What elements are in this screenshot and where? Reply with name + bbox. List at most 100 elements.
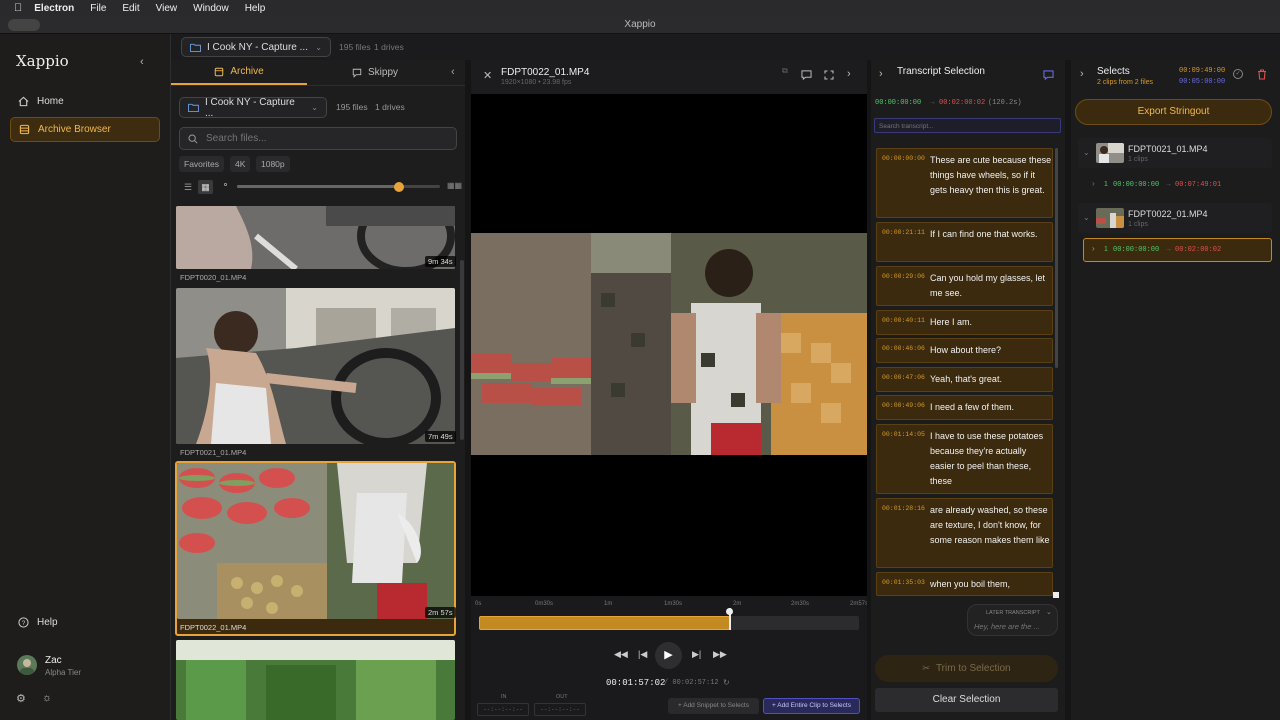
clip-duration: 2m 57s — [425, 607, 456, 618]
folder-icon — [190, 43, 201, 52]
menu-view[interactable]: View — [156, 3, 178, 14]
fullscreen-icon[interactable] — [824, 70, 834, 80]
close-player-icon[interactable]: ✕ — [483, 69, 492, 82]
collapse-sidebar-icon[interactable]: ‹ — [140, 56, 144, 68]
window-title: Xappio — [0, 16, 1280, 34]
clip-thumbnail[interactable] — [176, 288, 455, 444]
panel-divider[interactable] — [1065, 60, 1071, 720]
transcript-comment-icon[interactable] — [1043, 70, 1054, 80]
step-forward-icon[interactable]: ▶| — [692, 649, 701, 660]
filter-favorites[interactable]: Favorites — [179, 156, 224, 172]
clip-thumbnail[interactable] — [176, 640, 455, 720]
menu-edit[interactable]: Edit — [122, 3, 139, 14]
file-search[interactable] — [179, 127, 457, 150]
in-label: IN — [501, 694, 507, 700]
filter-4k[interactable]: 4K — [230, 156, 251, 172]
segment-text: Here I am. — [930, 317, 973, 327]
transcript-segment[interactable]: 00:01:35:03 when you boil them, — [876, 572, 1053, 596]
transcript-segment[interactable]: 00:00:47:06 Yeah, that's great. — [876, 367, 1053, 392]
collapse-panel-icon[interactable]: ‹ — [451, 66, 455, 78]
timeline-selection[interactable] — [479, 616, 730, 630]
grid-view-icon[interactable]: ▦ — [198, 180, 213, 194]
skip-forward-icon[interactable]: ▶▶ — [713, 649, 727, 660]
transcript-segment[interactable]: 00:00:49:06 I need a few of them. — [876, 395, 1053, 420]
video-frame — [471, 233, 867, 455]
menu-file[interactable]: File — [90, 3, 106, 14]
resize-handle[interactable] — [1053, 592, 1059, 598]
menu-app-name[interactable]: Electron — [34, 3, 74, 14]
copy-icon[interactable]: ⧉ — [782, 66, 788, 76]
transcript-segment[interactable]: 00:00:00:00 These are cute because these … — [876, 148, 1053, 218]
files-count: 195 files — [336, 102, 368, 112]
menubar:  Electron File Edit View Window Help — [0, 0, 1280, 16]
menu-window[interactable]: Window — [193, 3, 229, 14]
transcript-search[interactable] — [874, 118, 1061, 133]
transcript-segment[interactable]: 00:00:21:11 If I can find one that works. — [876, 222, 1053, 262]
project-dropdown[interactable]: I Cook NY - Capture ... ⌄ — [179, 96, 327, 119]
theme-icon[interactable]: ☼ — [42, 692, 52, 704]
out-point-field[interactable]: --:--:--:-- — [534, 703, 586, 716]
transcript-segment[interactable]: 00:00:29:06 Can you hold my glasses, let … — [876, 266, 1053, 306]
skip-back-icon[interactable]: ◀◀ — [614, 649, 628, 660]
tab-skippy[interactable]: Skippy — [307, 60, 443, 85]
add-entire-clip-button[interactable]: + Add Entire Clip to Selects — [763, 698, 860, 714]
play-button[interactable]: ▶ — [655, 642, 682, 669]
out-label: OUT — [556, 694, 568, 700]
clip-thumbnail[interactable] — [177, 463, 454, 619]
browser-scrollbar[interactable] — [460, 260, 464, 440]
current-timecode: 00:01:57:02 — [606, 678, 666, 688]
select-item[interactable]: › 1 00:00:00:00 → 00:07:49:01 — [1084, 176, 1272, 194]
sidebar-item-home[interactable]: Home — [10, 89, 160, 114]
panel-divider[interactable] — [465, 60, 471, 720]
item-out: 00:07:49:01 — [1175, 181, 1222, 189]
slider-handle[interactable] — [394, 182, 404, 192]
expand-selects-icon[interactable]: › — [1080, 68, 1084, 80]
next-clip-icon[interactable]: › — [847, 68, 851, 80]
window-controls[interactable] — [8, 19, 40, 31]
transcript-segment[interactable]: 00:01:28:16 are already washed, so these … — [876, 498, 1053, 568]
filter-1080p[interactable]: 1080p — [256, 156, 290, 172]
segment-timestamp: 00:00:29:06 — [882, 273, 925, 280]
check-icon[interactable]: ✓ — [1233, 69, 1243, 79]
add-snippet-button[interactable]: + Add Snippet to Selects — [668, 698, 759, 714]
clip-filename: FDPT0022_01.MP4 — [180, 623, 247, 632]
export-stringout-button[interactable]: Export Stringout — [1075, 99, 1272, 125]
item-index: 1 — [1104, 181, 1108, 188]
apple-icon[interactable]:  — [14, 2, 22, 14]
expand-transcript-icon[interactable]: › — [879, 68, 883, 80]
search-input[interactable] — [206, 133, 436, 144]
in-point-field[interactable]: --:--:--:-- — [477, 703, 529, 716]
help-label: Help — [37, 617, 58, 628]
transcript-segment[interactable]: 00:01:14:05 I have to use these potatoes … — [876, 424, 1053, 494]
trim-to-selection-button[interactable]: ✂ Trim to Selection — [875, 655, 1058, 682]
trash-icon[interactable] — [1257, 69, 1267, 80]
project-name: I Cook NY - Capture ... — [204, 96, 295, 119]
clear-selection-button[interactable]: Clear Selection — [875, 688, 1058, 712]
player-meta: 1920×1080 • 23.98 fps — [501, 79, 572, 86]
help-link[interactable]: ? Help — [18, 617, 58, 628]
panel-divider[interactable] — [867, 60, 871, 720]
transcript-segment[interactable]: 00:00:46:06 How about there? — [876, 338, 1053, 363]
transcript-scrollbar[interactable] — [1055, 148, 1058, 368]
playhead-knob[interactable] — [726, 608, 733, 615]
sidebar-item-archive-browser[interactable]: Archive Browser — [10, 117, 160, 142]
step-back-icon[interactable]: |◀ — [638, 649, 647, 660]
clip-thumbnail[interactable] — [176, 206, 455, 269]
tab-archive[interactable]: Archive — [171, 60, 307, 85]
sidebar-item-label: Archive Browser — [38, 124, 111, 135]
chevron-down-icon[interactable]: ⌄ — [1083, 148, 1090, 157]
later-transcript-card[interactable]: LATER TRANSCRIPT ⌄ Hey, here are the ... — [967, 604, 1058, 636]
sync-icon[interactable]: ↻ — [723, 678, 730, 687]
list-view-icon[interactable]: ☰ — [181, 180, 195, 194]
transcript-search-input[interactable] — [875, 120, 1055, 133]
select-item-active[interactable]: › 1 00:00:00:00 → 00:02:00:02 — [1083, 238, 1272, 262]
transcript-segment[interactable]: 00:00:40:11 Here I am. — [876, 310, 1053, 335]
settings-icon[interactable]: ⚙ — [16, 692, 26, 705]
top-project-dropdown[interactable]: I Cook NY - Capture ... ⌄ — [181, 37, 331, 57]
chat-icon — [352, 68, 362, 78]
avatar[interactable] — [17, 655, 37, 675]
comment-icon[interactable] — [801, 70, 812, 80]
clip-filename: FDPT0021_01.MP4 — [180, 448, 247, 457]
chevron-down-icon[interactable]: ⌄ — [1083, 213, 1090, 222]
menu-help[interactable]: Help — [245, 3, 266, 14]
